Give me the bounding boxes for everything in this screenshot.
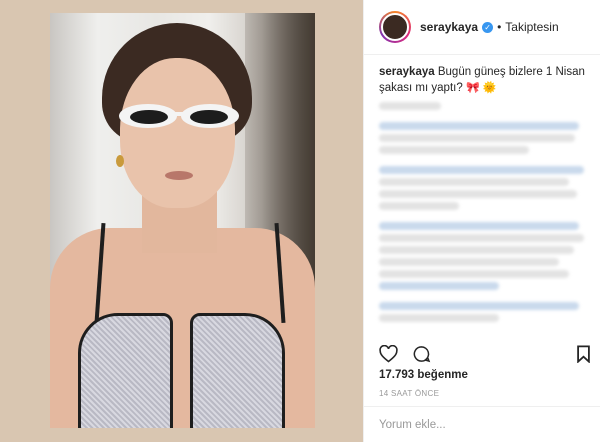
caption-username[interactable]: seraykaya: [379, 66, 435, 78]
blurred-comment: [379, 222, 591, 290]
sunglasses-shape: [119, 104, 239, 128]
comments-list: seraykaya Bugün güneş bizlere 1 Nisan şa…: [379, 64, 591, 326]
post-header: seraykaya ✓ • Takiptesin: [364, 0, 600, 55]
bookmark-icon[interactable]: [576, 345, 591, 363]
likes-count[interactable]: 17.793 beğenme: [379, 369, 468, 381]
blurred-comment: [379, 122, 591, 154]
comment-form: [364, 406, 600, 442]
sun-emoji-icon: 🌞: [482, 82, 497, 94]
bow-emoji-icon: 🎀: [465, 82, 480, 94]
post-time[interactable]: 14 SAAT ÖNCE: [379, 389, 439, 398]
heart-icon[interactable]: [379, 345, 398, 363]
comment-input[interactable]: [379, 418, 579, 431]
caption: seraykaya Bugün güneş bizlere 1 Nisan şa…: [379, 64, 591, 96]
post-actions: [379, 343, 591, 365]
avatar[interactable]: [379, 11, 411, 43]
blurred-comment: [379, 166, 591, 210]
blurred-comment: [379, 302, 591, 322]
header-username[interactable]: seraykaya: [420, 20, 478, 34]
follow-status-button[interactable]: Takiptesin: [505, 20, 558, 34]
post-photo[interactable]: [50, 13, 315, 428]
verified-badge-icon: ✓: [482, 21, 494, 33]
post-sidebar: seraykaya ✓ • Takiptesin seraykaya Bugün…: [363, 0, 600, 442]
blurred-caption-meta: [379, 102, 441, 110]
separator-dot: •: [497, 20, 502, 34]
post-media-panel: [0, 0, 363, 442]
comment-icon[interactable]: [412, 345, 431, 363]
